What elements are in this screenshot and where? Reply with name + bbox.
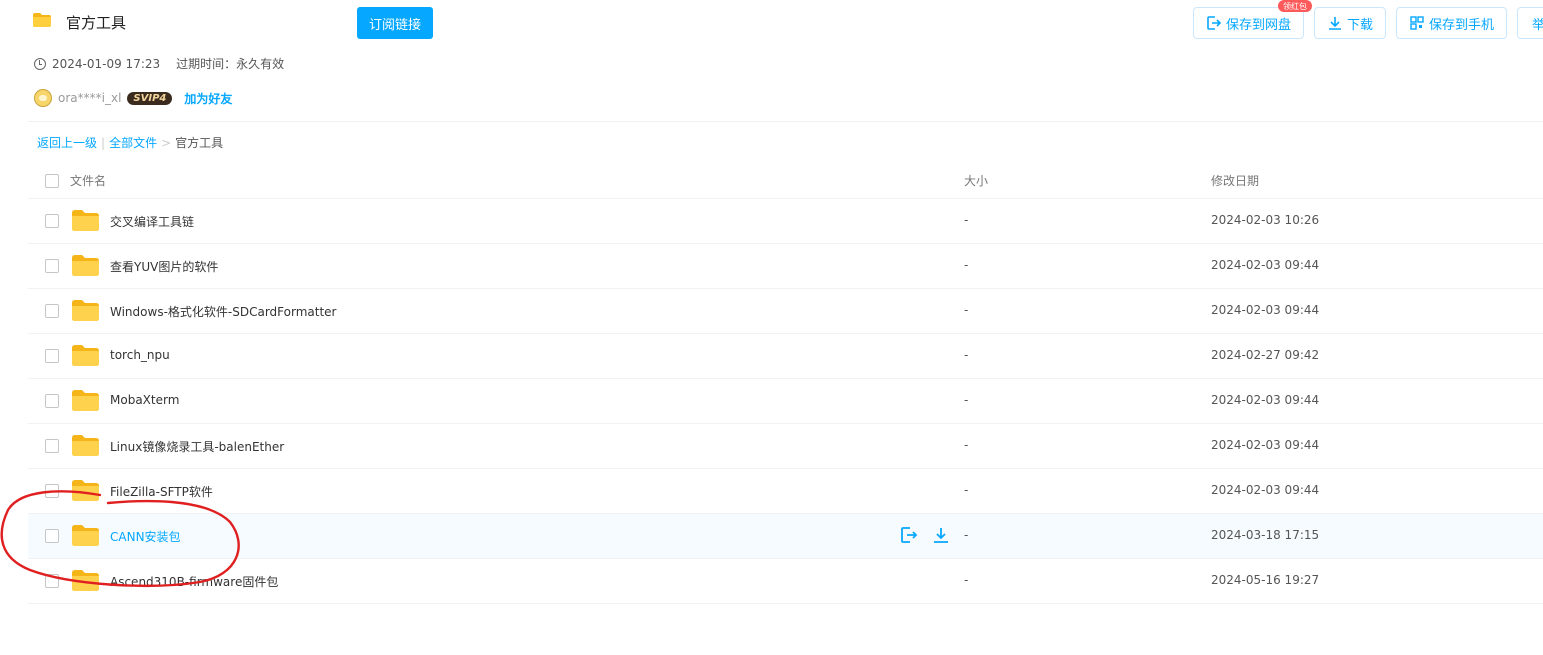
file-size: - [964, 528, 969, 542]
folder-icon [72, 255, 99, 276]
file-name-link[interactable]: Linux镜像烧录工具-balenEther [110, 438, 284, 455]
share-meta: 2024-01-09 17:23 过期时间：永久有效 [34, 55, 284, 72]
file-size: - [964, 438, 969, 452]
avatar[interactable] [34, 89, 52, 107]
file-name-link[interactable]: FileZilla-SFTP软件 [110, 483, 213, 500]
save-export-icon [1207, 16, 1222, 30]
file-size: - [964, 213, 969, 227]
file-size: - [964, 258, 969, 272]
row-checkbox[interactable] [45, 484, 59, 498]
table-row[interactable]: Linux镜像烧录工具-balenEther - 2024-02-03 09:44 [28, 424, 1543, 469]
breadcrumb: 返回上一级 | 全部文件 > 官方工具 [37, 134, 223, 151]
row-checkbox[interactable] [45, 259, 59, 273]
file-name-link[interactable]: 交叉编译工具链 [110, 213, 194, 230]
file-name-link[interactable]: CANN安装包 [110, 528, 181, 545]
file-name-link[interactable]: 查看YUV图片的软件 [110, 258, 218, 275]
row-checkbox[interactable] [45, 214, 59, 228]
folder-icon [72, 390, 99, 411]
file-modified-date: 2024-03-18 17:15 [1211, 528, 1320, 542]
download-button[interactable]: 下载 [1314, 7, 1386, 39]
row-checkbox[interactable] [45, 394, 59, 408]
qr-code-icon [1410, 16, 1424, 30]
table-row[interactable]: Windows-格式化软件-SDCardFormatter - 2024-02-03… [28, 289, 1543, 334]
folder-icon [72, 570, 99, 591]
subscribe-link-button[interactable]: 订阅链接 [357, 7, 433, 39]
breadcrumb-separator: > [161, 135, 172, 150]
file-modified-date: 2024-02-03 09:44 [1211, 393, 1320, 407]
add-friend-link[interactable]: 加为好友 [184, 90, 232, 107]
expire-time: 过期时间：永久有效 [176, 57, 285, 71]
folder-icon [33, 13, 51, 27]
save-to-phone-label: 保存到手机 [1428, 17, 1494, 33]
download-label: 下载 [1346, 17, 1373, 33]
folder-icon [72, 435, 99, 456]
table-row[interactable]: MobaXterm - 2024-02-03 09:44 [28, 379, 1543, 424]
save-export-icon[interactable] [900, 526, 918, 544]
save-to-netdisk-label: 保存到网盘 [1225, 17, 1291, 33]
file-size: - [964, 348, 969, 362]
file-size: - [964, 483, 969, 497]
row-checkbox[interactable] [45, 349, 59, 363]
red-packet-badge[interactable]: 领红包 [1278, 0, 1312, 12]
all-files-link[interactable]: 全部文件 [109, 134, 157, 151]
clock-icon [34, 57, 46, 70]
back-link[interactable]: 返回上一级 [37, 134, 97, 151]
table-header: 文件名 大小 修改日期 [28, 160, 1543, 199]
table-row[interactable]: 交叉编译工具链 - 2024-02-03 10:26 [28, 199, 1543, 244]
column-header-date[interactable]: 修改日期 [1211, 172, 1259, 189]
folder-icon [72, 300, 99, 321]
report-button[interactable]: 举 [1517, 7, 1543, 39]
report-label: 举 [1532, 17, 1543, 33]
svip-badge: SVIP4 [127, 91, 173, 105]
share-created-time: 2024-01-09 17:23 [52, 56, 161, 71]
sharer-name: ora****i_xl [58, 91, 122, 105]
file-name-link[interactable]: torch_npu [110, 348, 170, 362]
row-checkbox[interactable] [45, 304, 59, 318]
file-modified-date: 2024-02-03 09:44 [1211, 438, 1320, 452]
download-icon [1328, 17, 1341, 30]
file-modified-date: 2024-02-27 09:42 [1211, 348, 1320, 362]
file-table: 文件名 大小 修改日期 交叉编译工具链 - 2024-02-03 10:26 查看YU… [28, 160, 1543, 604]
divider [28, 121, 1543, 122]
column-header-size[interactable]: 大小 [964, 172, 988, 189]
breadcrumb-current: 官方工具 [175, 136, 224, 150]
table-row[interactable]: torch_npu - 2024-02-27 09:42 [28, 334, 1543, 379]
table-row[interactable]: Ascend310B-firmware固件包 - 2024-05-16 19:27 [28, 559, 1543, 604]
table-row[interactable]: 查看YUV图片的软件 - 2024-02-03 09:44 [28, 244, 1543, 289]
page-title: 官方工具 [66, 14, 127, 32]
table-row[interactable]: CANN安装包 - 2024-03-18 17:15 [28, 514, 1543, 559]
folder-icon [72, 480, 99, 501]
file-name-link[interactable]: MobaXterm [110, 393, 179, 407]
row-checkbox[interactable] [45, 439, 59, 453]
file-name-link[interactable]: Windows-格式化软件-SDCardFormatter [110, 303, 336, 320]
file-size: - [964, 303, 969, 317]
breadcrumb-separator: | [101, 135, 106, 150]
file-modified-date: 2024-02-03 10:26 [1211, 213, 1320, 227]
row-checkbox[interactable] [45, 529, 59, 543]
file-modified-date: 2024-05-16 19:27 [1211, 573, 1320, 587]
save-to-phone-button[interactable]: 保存到手机 [1396, 7, 1507, 39]
folder-icon [72, 525, 99, 546]
column-header-name[interactable]: 文件名 [70, 172, 106, 189]
sharer-info: ora****i_xl SVIP4 加为好友 [34, 89, 232, 107]
folder-icon [72, 210, 99, 231]
folder-icon [72, 345, 99, 366]
select-all-checkbox[interactable] [45, 174, 59, 188]
table-row[interactable]: FileZilla-SFTP软件 - 2024-02-03 09:44 [28, 469, 1543, 514]
file-modified-date: 2024-02-03 09:44 [1211, 258, 1320, 272]
file-name-link[interactable]: Ascend310B-firmware固件包 [110, 573, 278, 590]
file-modified-date: 2024-02-03 09:44 [1211, 303, 1320, 317]
row-checkbox[interactable] [45, 574, 59, 588]
download-icon[interactable] [932, 526, 950, 544]
file-size: - [964, 393, 969, 407]
file-modified-date: 2024-02-03 09:44 [1211, 483, 1320, 497]
file-size: - [964, 573, 969, 587]
